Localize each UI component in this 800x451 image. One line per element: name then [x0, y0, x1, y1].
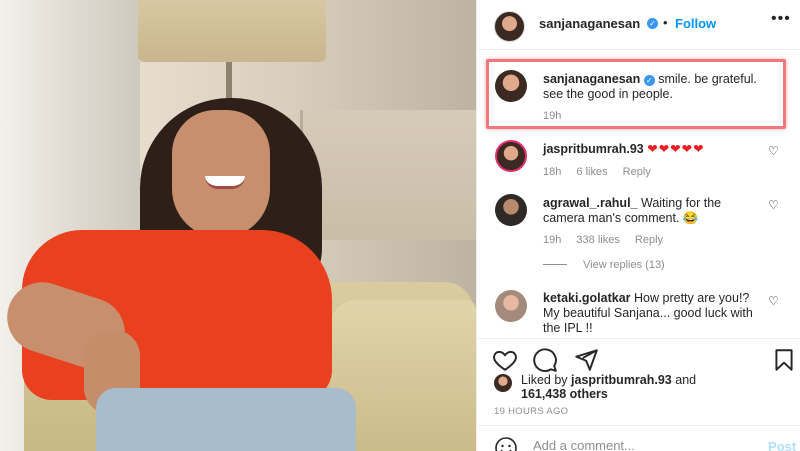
share-send-icon[interactable]: [573, 347, 599, 373]
wall-panel: [300, 110, 476, 240]
comment-time[interactable]: 18h: [543, 166, 561, 178]
emoji-smiley-icon[interactable]: [494, 436, 518, 451]
comment-text: ketaki.golatkar How pretty are you!? My …: [543, 291, 761, 336]
likes-and: and: [671, 373, 697, 387]
comment-time[interactable]: 19h: [543, 234, 561, 246]
caption-time[interactable]: 19h: [543, 110, 561, 122]
author-username[interactable]: sanjanaganesan: [539, 16, 640, 31]
comment-body: ❤❤❤❤❤: [647, 142, 705, 156]
add-comment-bar: Post: [477, 425, 800, 451]
more-horizontal-icon[interactable]: •••: [771, 10, 791, 28]
post-photo[interactable]: [0, 0, 476, 451]
comment-likes[interactable]: 6 likes: [576, 166, 607, 178]
comment-text: agrawal_.rahul_ Waiting for the camera m…: [543, 196, 761, 226]
post-timestamp[interactable]: 19 HOURS AGO: [494, 406, 568, 417]
caption-text: sanjanaganesan ✓ smile. be grateful. see…: [543, 72, 761, 102]
bookmark-save-icon[interactable]: [771, 347, 797, 373]
comment-meta: 18h 6 likes Reply: [543, 166, 663, 178]
author-avatar[interactable]: [494, 11, 525, 42]
comment-username[interactable]: jaspritbumrah.93: [543, 142, 644, 156]
comment-bubble-icon[interactable]: [532, 347, 558, 373]
follow-button[interactable]: Follow: [675, 16, 716, 31]
add-comment-input[interactable]: [533, 438, 733, 451]
replies-divider: [543, 264, 567, 265]
lamp-stem: [226, 62, 232, 102]
comment-username[interactable]: agrawal_.rahul_: [543, 196, 638, 210]
separator-dot: •: [663, 15, 668, 30]
commenter-avatar[interactable]: [495, 140, 527, 172]
face: [172, 110, 270, 238]
denim-shorts: [96, 388, 356, 451]
likes-others[interactable]: 161,438 others: [521, 387, 608, 401]
commenter-avatar[interactable]: [495, 290, 527, 322]
verified-badge-icon: ✓: [643, 75, 655, 86]
comment-meta: 19h 338 likes Reply: [543, 234, 675, 246]
post-side-panel: sanjanaganesan ✓ • Follow ••• sanjanagan…: [476, 0, 800, 451]
post-header: sanjanaganesan ✓ • Follow •••: [477, 0, 800, 50]
post-comment-button[interactable]: Post: [768, 439, 796, 451]
reply-button[interactable]: Reply: [635, 234, 663, 246]
caption-username[interactable]: sanjanaganesan: [543, 72, 640, 86]
like-heart-icon[interactable]: [492, 347, 518, 373]
comment-username[interactable]: ketaki.golatkar: [543, 291, 631, 305]
caption-avatar[interactable]: [495, 70, 527, 102]
view-replies-label: View replies (13): [583, 259, 665, 271]
comment-likes[interactable]: 338 likes: [576, 234, 619, 246]
caption-meta: 19h: [543, 110, 573, 122]
liker-avatar[interactable]: [494, 374, 512, 392]
post-actions-bar: [477, 338, 800, 376]
view-replies-button[interactable]: View replies (13): [543, 259, 665, 271]
like-comment-heart-icon[interactable]: ♡: [768, 198, 779, 212]
like-comment-heart-icon[interactable]: ♡: [768, 294, 779, 308]
liked-by-prefix: Liked by: [521, 373, 572, 387]
verified-badge-icon: ✓: [647, 18, 658, 29]
comment-text: jaspritbumrah.93 ❤❤❤❤❤: [543, 142, 761, 157]
commenter-avatar[interactable]: [495, 194, 527, 226]
liker-username[interactable]: jaspritbumrah.93: [571, 373, 672, 387]
like-comment-heart-icon[interactable]: ♡: [768, 144, 779, 158]
lamp-shade: [138, 0, 326, 62]
likes-text: Liked by jaspritbumrah.93 and 161,438 ot…: [521, 373, 781, 401]
reply-button[interactable]: Reply: [623, 166, 651, 178]
